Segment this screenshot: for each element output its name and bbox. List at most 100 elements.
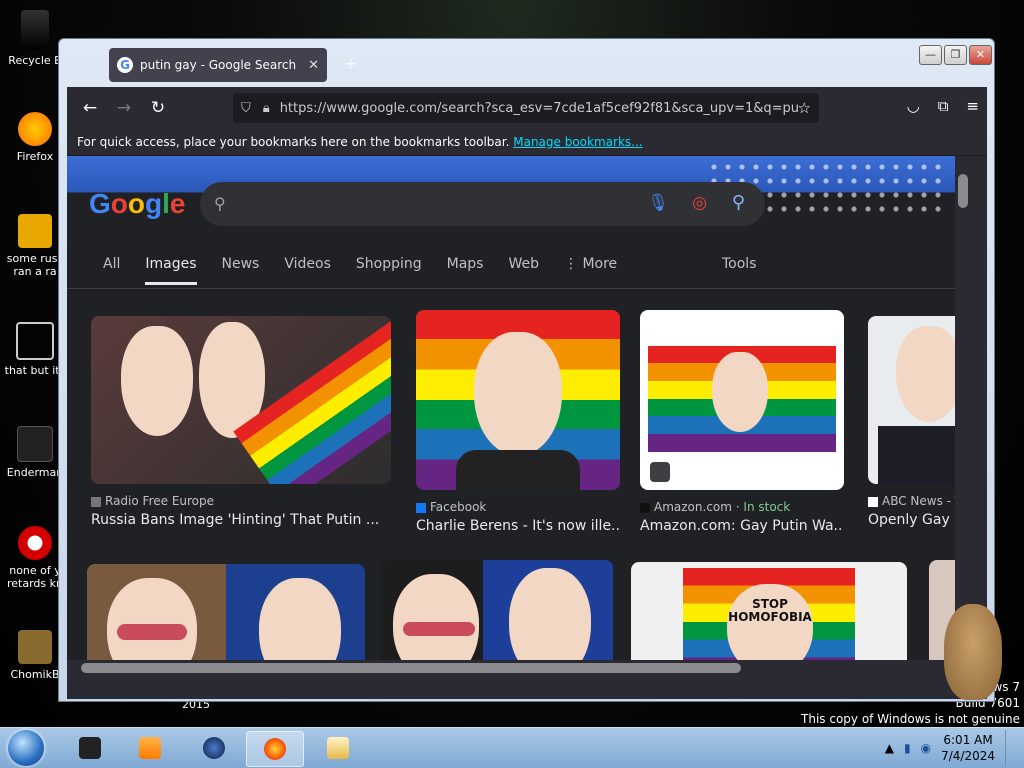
bookmarks-hint-text: For quick access, place your bookmarks h… [77, 135, 510, 149]
system-tray: ▲ ▮ ◉ 6:01 AM 7/4/2024 [885, 730, 1016, 766]
result-source: Amazon.com [654, 500, 732, 514]
lock-icon[interactable]: 🔒︎ [263, 101, 270, 116]
tab-news[interactable]: News [222, 256, 260, 285]
bookmark-star-icon[interactable]: ☆ [798, 99, 811, 117]
hamster-desktop-pet[interactable] [944, 604, 1002, 700]
forward-arrow-icon[interactable]: → [107, 98, 141, 118]
back-arrow-icon[interactable]: ← [73, 98, 107, 118]
desktop-icon-label: ChomikB [10, 668, 60, 681]
pocket-icon[interactable]: ◡ [907, 97, 920, 115]
not-genuine-notice: This copy of Windows is not genuine [801, 712, 1020, 726]
reload-icon[interactable]: ↻ [141, 98, 175, 118]
image-result[interactable]: STOP HOMOFOBIA [631, 562, 907, 676]
clock-time: 6:01 AM [943, 733, 993, 747]
taskbar-app-icon[interactable] [62, 731, 118, 765]
maximize-button[interactable]: ❐ [944, 45, 967, 65]
manage-bookmarks-link[interactable]: Manage bookmarks... [513, 135, 642, 149]
desktop-icon-label: Enderman [6, 466, 64, 479]
shortcut-icon[interactable]: that but its [4, 322, 66, 377]
tabs-divider [67, 288, 971, 289]
facebook-favicon-icon [416, 502, 426, 513]
logo-letter: g [145, 188, 163, 219]
result-thumbnail[interactable] [91, 316, 391, 484]
tab-maps[interactable]: Maps [447, 256, 484, 285]
firefox-taskbar-icon[interactable] [246, 731, 304, 767]
enderman-icon[interactable]: Enderman [4, 426, 66, 479]
tab-images[interactable]: Images [145, 256, 197, 285]
toolbar-right-icons: ◡ ⧉ ≡ [907, 97, 979, 115]
desktop-icon-label: none of y retards kn [7, 564, 63, 590]
image-result[interactable]: Radio Free Europe Russia Bans Image 'Hin… [91, 316, 391, 528]
result-caption[interactable]: Amazon.com: Gay Putin Wa... [640, 518, 844, 534]
explorer-taskbar-icon[interactable] [310, 731, 366, 765]
tab-web[interactable]: Web [508, 256, 539, 285]
shortcut-icon[interactable]: some russ ran a ra [4, 214, 66, 278]
chomikbox-icon[interactable]: ChomikB [4, 630, 66, 681]
search-submit-icon[interactable]: ⚲ [732, 192, 745, 213]
taskbar: ▲ ▮ ◉ 6:01 AM 7/4/2024 [0, 727, 1024, 768]
extensions-icon[interactable]: ⧉ [938, 97, 949, 115]
tab-all[interactable]: All [103, 256, 120, 285]
browser-content-frame: ← → ↻ ⛉ 🔒︎ https://www.google.com/search… [67, 87, 987, 699]
new-tab-button[interactable]: + [344, 54, 357, 73]
volume-icon[interactable]: ◉ [921, 741, 931, 755]
window-controls: — ❐ ✕ [919, 45, 992, 65]
amazon-favicon-icon [640, 502, 650, 513]
media-player-icon[interactable] [122, 731, 178, 765]
show-desktop-button[interactable] [1005, 730, 1016, 766]
desktop-icon-label: some russ ran a ra [6, 252, 64, 278]
tab-close-icon[interactable]: ✕ [308, 58, 319, 73]
scrollbar-thumb[interactable] [81, 663, 741, 673]
stop-homofobia-sign-text: STOP HOMOFOBIA [728, 597, 812, 624]
google-logo[interactable]: Google [89, 188, 185, 220]
navigation-toolbar: ← → ↻ ⛉ 🔒︎ https://www.google.com/search… [67, 87, 987, 129]
bookmarks-toolbar: For quick access, place your bookmarks h… [67, 129, 987, 156]
image-result[interactable] [381, 560, 613, 676]
close-window-button[interactable]: ✕ [969, 45, 992, 65]
image-result[interactable]: Facebook Charlie Berens - It's now ille.… [416, 310, 620, 534]
shortcut-icon[interactable]: none of y retards kn [4, 526, 66, 590]
microphone-icon[interactable]: 🎙︎ [647, 193, 669, 213]
logo-letter: e [169, 188, 186, 219]
result-thumbnail[interactable] [381, 560, 613, 676]
menu-hamburger-icon[interactable]: ≡ [966, 97, 979, 115]
tab-videos[interactable]: Videos [284, 256, 331, 285]
result-source: Facebook [430, 500, 487, 514]
logo-letter: l [162, 188, 170, 219]
tools-button[interactable]: Tools [722, 256, 757, 272]
minimize-button[interactable]: — [919, 45, 942, 65]
tab-shopping[interactable]: Shopping [356, 256, 422, 285]
network-icon[interactable]: ▮ [904, 741, 911, 755]
abc-favicon-icon [868, 496, 878, 507]
browser-tab[interactable]: G putin gay - Google Search ✕ [109, 48, 327, 82]
search-box[interactable]: ⚲ 🎙︎ ◎ ⚲ [200, 182, 765, 226]
desktop-icon-label: that but its [4, 364, 66, 377]
result-caption[interactable]: Charlie Berens - It's now ille... [416, 518, 620, 534]
product-tag-icon [650, 462, 670, 482]
address-bar[interactable]: ⛉ 🔒︎ https://www.google.com/search?sca_e… [233, 93, 819, 123]
search-tabs: All Images News Videos Shopping Maps Web… [103, 256, 642, 285]
result-thumbnail[interactable]: STOP HOMOFOBIA [631, 562, 907, 676]
google-lens-icon[interactable]: ◎ [692, 193, 707, 213]
scrollbar-thumb[interactable] [958, 174, 968, 208]
result-caption[interactable]: Russia Bans Image 'Hinting' That Putin .… [91, 512, 391, 528]
firefox-window: — ❐ ✕ G putin gay - Google Search ✕ + ← … [58, 38, 995, 702]
vertical-scrollbar[interactable] [955, 156, 971, 676]
desktop-icon-label: Firefox [16, 150, 54, 163]
start-button[interactable] [8, 730, 44, 766]
result-thumbnail[interactable] [640, 310, 844, 490]
show-hidden-icons-icon[interactable]: ▲ [885, 741, 894, 755]
google-favicon-icon: G [117, 57, 133, 73]
firefox-desktop-icon[interactable]: Firefox [4, 112, 66, 163]
result-thumbnail[interactable] [416, 310, 620, 490]
image-result[interactable]: Amazon.com · In stock Amazon.com: Gay Pu… [640, 310, 844, 534]
url-text[interactable]: https://www.google.com/search?sca_esv=7c… [280, 101, 798, 116]
clock[interactable]: 6:01 AM 7/4/2024 [941, 732, 995, 764]
recycle-bin-icon[interactable]: Recycle B [4, 10, 66, 67]
taskbar-app-icon[interactable] [186, 731, 242, 765]
stock-status: In stock [743, 500, 791, 514]
horizontal-scrollbar[interactable] [67, 660, 971, 676]
tracking-shield-icon[interactable]: ⛉ [241, 101, 251, 116]
tab-more[interactable]: ⋮ More [564, 256, 617, 285]
source-favicon-icon [91, 496, 101, 507]
